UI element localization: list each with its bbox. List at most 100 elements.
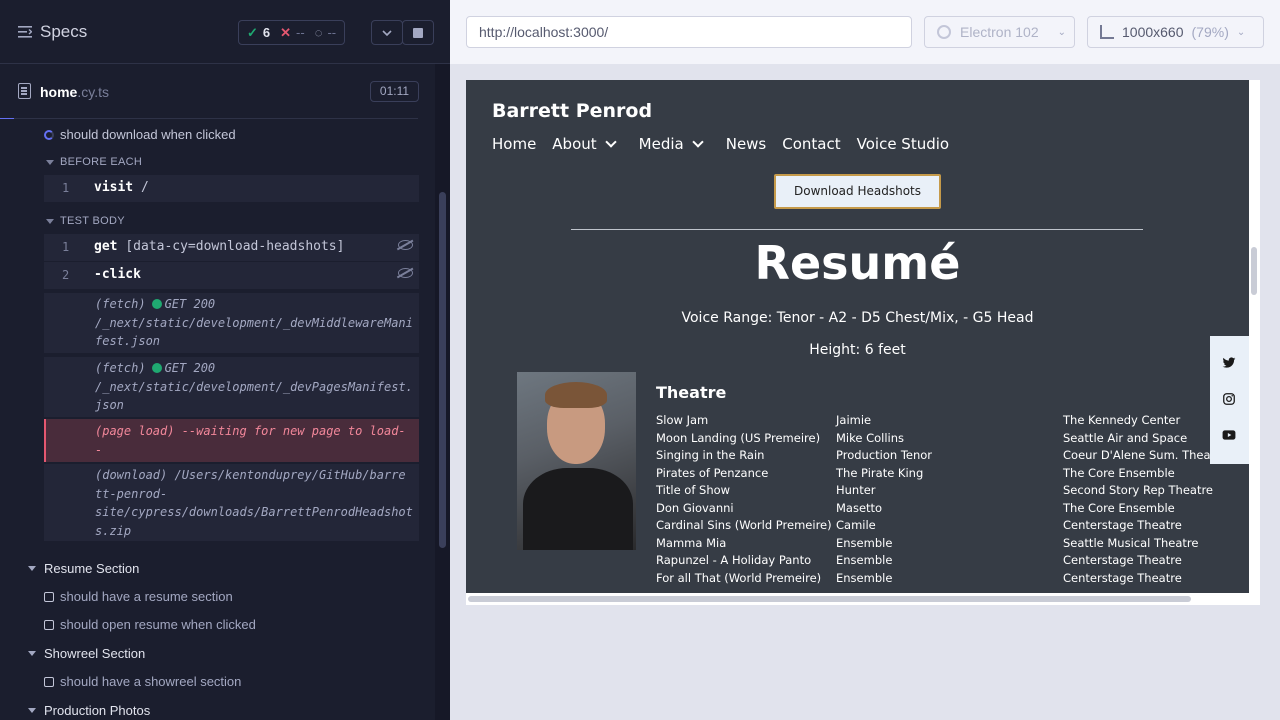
show-title: Rapunzel - A Holiday Panto: [656, 553, 812, 567]
before-each-label: BEFORE EACH: [60, 156, 143, 168]
electron-icon: [937, 25, 951, 39]
website: Barrett Penrod Home About Media News Con…: [466, 80, 1249, 593]
test-body-hook[interactable]: TEST BODY: [46, 215, 125, 227]
download-text: (download) /Users/kentonduprey/GitHub/ba…: [95, 468, 406, 482]
test-label: should have a showreel section: [60, 674, 242, 689]
app-under-test: http://localhost:3000/ Electron 102 ⌄ 10…: [450, 0, 1280, 720]
site-nav: Home About Media News Contact Voice Stud…: [492, 135, 949, 153]
auto-scroll-button[interactable]: [371, 20, 403, 45]
company: Seattle Air and Space: [1063, 430, 1188, 445]
command-row[interactable]: 2 -click: [44, 262, 419, 289]
page-load-log[interactable]: (page load) --waiting for new page to lo…: [44, 419, 419, 462]
site-name[interactable]: Barrett Penrod: [492, 100, 652, 122]
page-load-text: (page load) --waiting for new page to lo…: [95, 424, 406, 438]
fetch-log[interactable]: (fetch) GET 200 /_next/static/development…: [44, 293, 419, 353]
url-field[interactable]: http://localhost:3000/: [466, 16, 912, 48]
passed-count: 6: [262, 25, 271, 40]
chevron-down-icon: [692, 136, 704, 148]
instagram-icon[interactable]: [1222, 392, 1236, 406]
show-title: Pirates of Penzance: [656, 465, 769, 480]
nav-voice-studio[interactable]: Voice Studio: [857, 135, 949, 153]
current-test-title[interactable]: should download when clicked: [44, 127, 236, 142]
divider: [571, 229, 1143, 230]
role: Camile: [836, 518, 876, 532]
youtube-icon[interactable]: [1222, 428, 1236, 442]
download-text: site/cypress/downloads/BarrettPenrodHead…: [95, 505, 413, 519]
voice-range: Voice Range: Tenor - A2 - D5 Chest/Mix, …: [681, 310, 1034, 326]
passed-stat: ✓ 6: [247, 25, 270, 41]
company: Centerstage Theatre: [1063, 553, 1182, 567]
download-log[interactable]: (download) /Users/kentonduprey/GitHub/ba…: [44, 464, 419, 541]
spec-file-name: home.cy.ts: [40, 84, 109, 100]
before-each-hook[interactable]: BEFORE EACH: [46, 156, 142, 168]
nav-news[interactable]: News: [726, 135, 767, 153]
document-icon: [18, 83, 31, 99]
nav-media[interactable]: Media: [639, 135, 710, 153]
test-label: should have a resume section: [60, 589, 233, 604]
nav-about[interactable]: About: [552, 135, 622, 153]
fetch-status: GET 200: [164, 297, 216, 311]
command-name: visit /: [94, 180, 149, 195]
specs-title[interactable]: Specs: [40, 22, 87, 42]
aut-iframe: Barrett Penrod Home About Media News Con…: [466, 80, 1260, 605]
role: Ensemble: [836, 553, 893, 567]
fetch-log[interactable]: (fetch) GET 200 /_next/static/development…: [44, 357, 419, 417]
company: Coeur D'Alene Sum. Theatre: [1063, 448, 1227, 462]
status-success-icon: [151, 299, 162, 309]
height-info: Height: 6 feet: [809, 342, 906, 358]
command-name: get [data-cy=download-headshots]: [94, 239, 345, 254]
resume-title: Resumé: [754, 236, 961, 290]
company: The Core Ensemble: [1063, 500, 1175, 515]
role: Ensemble: [836, 570, 893, 585]
command-number: 1: [62, 240, 70, 254]
suite-title: Showreel Section: [44, 646, 146, 661]
company: Centerstage Theatre: [1063, 518, 1182, 532]
cypress-reporter: Specs ✓ 6 ✕ -- ◌ -- home.cy.ts 01:11 sho…: [0, 0, 450, 720]
reporter-scrollbar[interactable]: [435, 64, 450, 720]
pending-icon: ◌: [314, 25, 323, 40]
test-item[interactable]: should have a showreel section: [44, 674, 241, 689]
suite-showreel-section[interactable]: Showreel Section: [28, 646, 145, 661]
show-title: Singing in the Rain: [656, 448, 765, 462]
command-row[interactable]: 1 get [data-cy=download-headshots]: [44, 234, 419, 261]
queued-icon: [44, 619, 54, 630]
download-headshots-button[interactable]: Download Headshots: [774, 174, 941, 209]
nav-contact[interactable]: Contact: [782, 135, 840, 153]
company: Centerstage Theatre: [1063, 570, 1182, 585]
eye-slash-icon[interactable]: [398, 240, 413, 250]
aut-toolbar: http://localhost:3000/ Electron 102 ⌄ 10…: [450, 0, 1280, 64]
viewport-size: 1000x660: [1122, 24, 1184, 40]
twitter-icon[interactable]: [1222, 356, 1236, 370]
queued-icon: [44, 676, 54, 687]
suite-production-photos[interactable]: Production Photos: [28, 703, 150, 718]
viewport-selector[interactable]: 1000x660 (79%) ⌄: [1087, 16, 1264, 48]
test-item[interactable]: should open resume when clicked: [44, 617, 256, 632]
spec-file-ext: .cy.ts: [77, 84, 109, 100]
chevron-down-icon: ⌄: [1236, 26, 1246, 38]
site-scrollbar-vertical[interactable]: [1251, 247, 1257, 295]
caret-down-icon: [46, 218, 54, 224]
command-row[interactable]: 1 visit /: [44, 175, 419, 202]
chevron-down-icon: [382, 29, 392, 36]
spec-duration: 01:11: [370, 81, 419, 102]
divider: [0, 118, 418, 119]
download-text: s.zip: [95, 523, 132, 538]
suite-resume-section[interactable]: Resume Section: [28, 561, 139, 576]
browser-selector[interactable]: Electron 102 ⌄: [924, 16, 1075, 48]
spec-file-row[interactable]: home.cy.ts 01:11: [0, 76, 435, 108]
test-item[interactable]: should have a resume section: [44, 589, 233, 604]
caret-down-icon: [28, 651, 36, 656]
scrollbar-thumb[interactable]: [439, 192, 446, 548]
specs-list-icon[interactable]: [18, 25, 32, 39]
site-scrollbar-horizontal[interactable]: [468, 596, 1191, 602]
fetch-url: fest.json: [95, 334, 161, 348]
stop-button[interactable]: [402, 20, 434, 45]
command-number: 2: [62, 268, 70, 282]
role: Jaimie: [836, 413, 872, 427]
test-stats: ✓ 6 ✕ -- ◌ --: [238, 20, 346, 45]
eye-slash-icon[interactable]: [398, 268, 413, 278]
download-text: tt-penrod-: [95, 486, 168, 501]
suite-title: Resume Section: [44, 561, 140, 576]
role: The Pirate King: [836, 465, 924, 480]
nav-home[interactable]: Home: [492, 135, 536, 153]
